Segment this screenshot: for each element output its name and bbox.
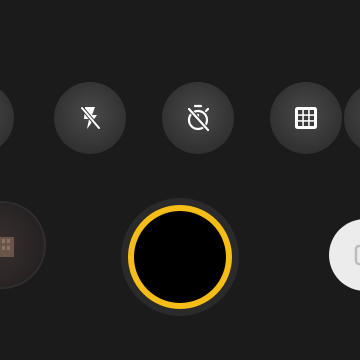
timer-off-icon [182, 102, 214, 134]
flash-toggle-button[interactable] [54, 82, 126, 154]
switch-camera-button[interactable] [329, 219, 360, 291]
partial-control-left[interactable] [0, 82, 14, 154]
gallery-thumbnail-button[interactable] [0, 201, 46, 289]
timer-toggle-button[interactable] [162, 82, 234, 154]
grid-toggle-button[interactable] [270, 82, 342, 154]
camera-controls-screen [0, 0, 360, 360]
partial-control-right[interactable] [344, 82, 360, 154]
shutter-button[interactable] [121, 198, 239, 316]
grid-icon [290, 102, 322, 134]
flash-off-icon [74, 102, 106, 134]
shutter-ring [128, 205, 232, 309]
